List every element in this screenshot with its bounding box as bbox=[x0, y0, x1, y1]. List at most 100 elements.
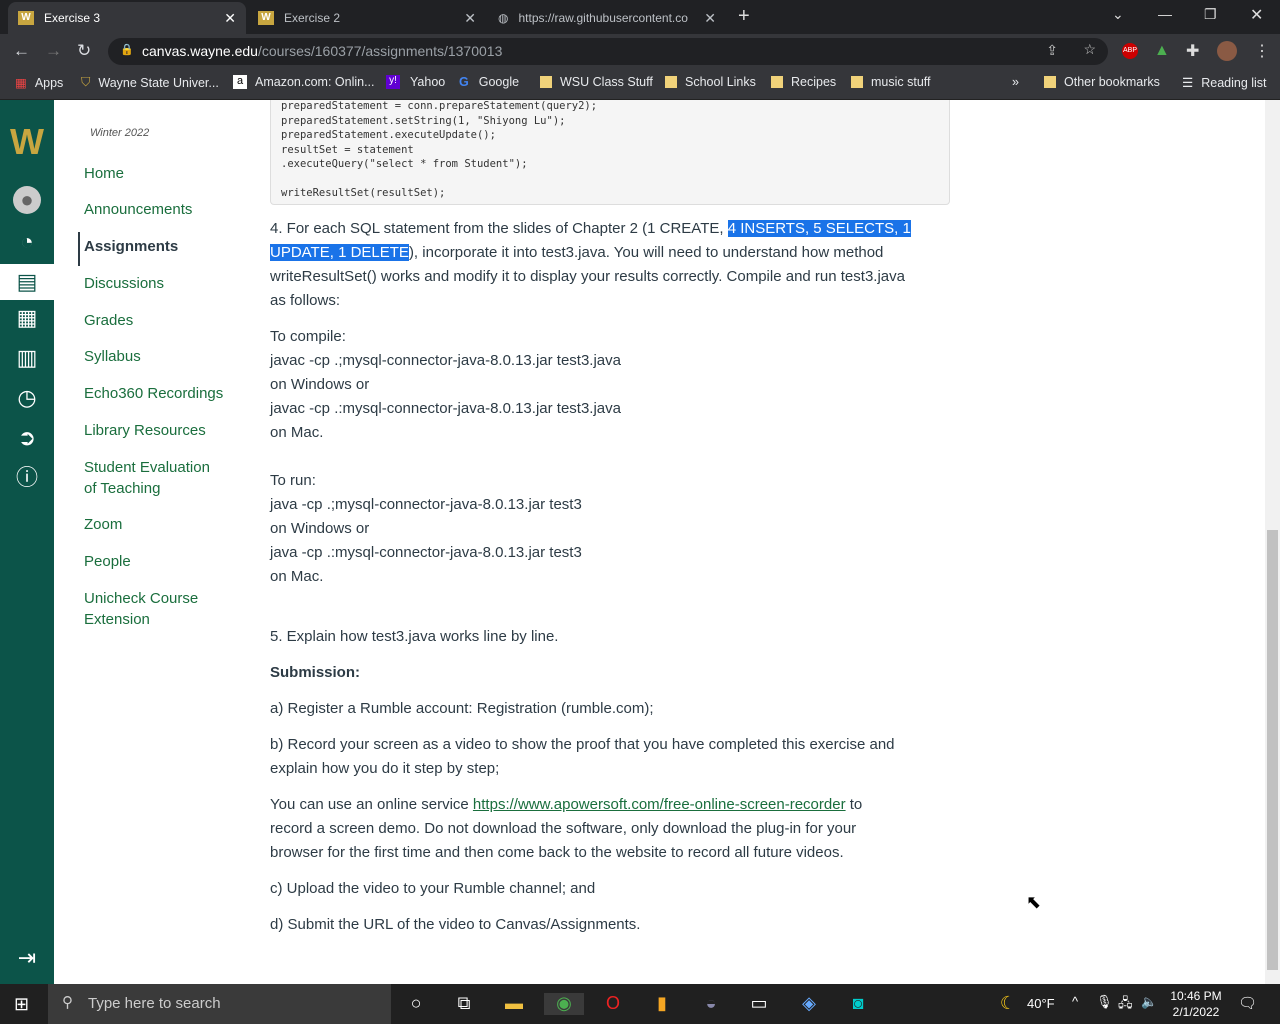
compile-note: on Windows or bbox=[270, 376, 370, 393]
folder-icon bbox=[665, 76, 677, 88]
bookmark-folder[interactable]: music stuff bbox=[851, 75, 931, 89]
network-icon[interactable]: 🖧 bbox=[1118, 994, 1133, 1016]
eclipse-icon[interactable]: ◒ bbox=[700, 993, 722, 1015]
compile-heading: To compile: bbox=[270, 328, 346, 345]
reload-icon[interactable]: ↻ bbox=[77, 41, 91, 61]
bookmark-label: music stuff bbox=[871, 75, 931, 89]
bookmark-amazon[interactable]: a Amazon.com: Onlin... bbox=[233, 75, 375, 89]
close-icon[interactable]: ✕ bbox=[464, 10, 476, 27]
bookmark-folder[interactable]: WSU Class Stuff bbox=[540, 75, 653, 89]
nav-syllabus[interactable]: Syllabus bbox=[84, 346, 244, 367]
minimize-button[interactable]: — bbox=[1158, 6, 1172, 22]
bookmark-label: Wayne State Univer... bbox=[98, 75, 219, 90]
tab-exercise-2[interactable]: W Exercise 2 ✕ bbox=[248, 2, 486, 34]
code-line: .executeQuery("select * from Student"); bbox=[281, 158, 528, 170]
wsu-logo[interactable]: W bbox=[4, 120, 50, 164]
nav-assignments[interactable]: Assignments bbox=[84, 236, 244, 257]
courses-icon[interactable]: ▤ bbox=[0, 264, 54, 300]
wsu-shield-icon: ⛉ bbox=[81, 75, 91, 89]
nav-unicheck[interactable]: Unicheck Course Extension bbox=[84, 588, 214, 630]
scrollbar-thumb[interactable] bbox=[1267, 530, 1278, 970]
run-command: java -cp .:mysql-connector-java-8.0.13.j… bbox=[270, 544, 582, 561]
bookmark-apps[interactable]: ▦ Apps bbox=[15, 75, 63, 91]
bookmark-yahoo[interactable]: y! Yahoo bbox=[386, 75, 445, 89]
address-bar[interactable]: 🔒 canvas.wayne.edu/courses/160377/assignm… bbox=[108, 38, 1108, 65]
back-icon[interactable]: ← bbox=[13, 41, 30, 61]
nav-student-evaluation[interactable]: Student Evaluation of Teaching bbox=[84, 457, 224, 499]
adblock-icon[interactable]: ABP bbox=[1122, 43, 1138, 59]
nav-grades[interactable]: Grades bbox=[84, 310, 244, 331]
service-text: browser for the first time and then come… bbox=[270, 844, 844, 861]
close-icon[interactable]: ✕ bbox=[224, 10, 236, 27]
microphone-icon[interactable]: 🎙 bbox=[1096, 994, 1113, 1010]
more-bookmarks[interactable]: » bbox=[1012, 75, 1019, 89]
wsu-favicon: W bbox=[18, 11, 34, 25]
url-host: canvas.wayne.edu bbox=[142, 43, 258, 59]
apps-grid-icon: ▦ bbox=[15, 76, 27, 90]
restore-button[interactable]: ❐ bbox=[1204, 6, 1217, 23]
bookmark-folder[interactable]: Recipes bbox=[771, 75, 836, 89]
show-hidden-icons[interactable]: ^ bbox=[1072, 994, 1078, 1009]
nav-zoom[interactable]: Zoom bbox=[84, 514, 244, 535]
extensions-icon[interactable]: ✚ bbox=[1186, 41, 1199, 61]
yahoo-icon: y! bbox=[386, 75, 400, 89]
task-view-icon[interactable]: ⧉ bbox=[453, 993, 475, 1015]
share-icon[interactable]: ⇪ bbox=[1046, 42, 1058, 59]
menu-icon[interactable]: ⋮ bbox=[1254, 41, 1270, 61]
help-icon[interactable]: ⓘ bbox=[13, 464, 41, 492]
collapse-nav-icon[interactable]: ⇥ bbox=[13, 944, 41, 972]
dashboard-icon[interactable]: ◔ bbox=[13, 228, 41, 256]
windows-start-icon[interactable]: ⊞ bbox=[14, 994, 29, 1015]
commons-icon[interactable]: ➲ bbox=[13, 424, 41, 452]
bookmark-google[interactable]: G Google bbox=[459, 75, 519, 89]
screen-recorder-link[interactable]: https://www.apowersoft.com/free-online-s… bbox=[473, 796, 846, 813]
bookmark-folder[interactable]: School Links bbox=[665, 75, 756, 89]
mysql-workbench-icon[interactable]: ◈ bbox=[798, 993, 820, 1015]
code-line: writeResultSet(resultSet); bbox=[281, 187, 446, 199]
close-icon[interactable]: ✕ bbox=[704, 10, 716, 27]
service-text: to bbox=[845, 796, 863, 813]
drive-icon[interactable]: ▲ bbox=[1154, 42, 1170, 60]
code-line: resultSet = statement bbox=[281, 143, 414, 156]
clock[interactable]: 10:46 PM 2/1/2022 bbox=[1170, 988, 1222, 1020]
account-avatar[interactable]: ● bbox=[13, 186, 41, 214]
tab-github[interactable]: ◍ https://raw.githubusercontent.co ✕ bbox=[488, 2, 726, 34]
file-explorer-icon[interactable]: ▬ bbox=[503, 993, 525, 1015]
notifications-icon[interactable]: 🗨 bbox=[1238, 994, 1257, 1012]
star-icon[interactable]: ☆ bbox=[1083, 41, 1096, 58]
step4-text: 4. For each SQL statement from the slide… bbox=[270, 220, 728, 237]
tab-exercise-3[interactable]: W Exercise 3 ✕ bbox=[8, 2, 246, 34]
submission-step-d: d) Submit the URL of the video to Canvas… bbox=[270, 916, 641, 933]
inbox-icon[interactable]: ▥ bbox=[13, 344, 41, 372]
other-bookmarks[interactable]: Other bookmarks bbox=[1044, 75, 1160, 89]
volume-icon[interactable]: 🔈 bbox=[1141, 994, 1157, 1010]
date: 2/1/2022 bbox=[1172, 1005, 1220, 1019]
nav-echo360[interactable]: Echo360 Recordings bbox=[84, 383, 244, 404]
new-tab-button[interactable]: + bbox=[738, 5, 750, 28]
tab-search-icon[interactable]: ⌄ bbox=[1112, 6, 1124, 23]
weather-temp[interactable]: 40°F bbox=[1027, 996, 1055, 1011]
nav-home[interactable]: Home bbox=[84, 163, 244, 184]
calendar-icon[interactable]: ▦ bbox=[13, 304, 41, 332]
bookmark-wayne[interactable]: ⛉ Wayne State Univer... bbox=[81, 75, 219, 90]
taskbar-search[interactable]: ⚲ Type here to search bbox=[48, 984, 391, 1024]
nav-library[interactable]: Library Resources bbox=[84, 420, 244, 441]
search-placeholder: Type here to search bbox=[88, 995, 221, 1012]
screen-recorder-icon[interactable]: ◙ bbox=[847, 993, 869, 1015]
notes-icon[interactable]: ▮ bbox=[651, 993, 673, 1015]
cortana-icon[interactable]: ○ bbox=[405, 993, 427, 1015]
terminal-icon[interactable]: ▭ bbox=[748, 993, 770, 1015]
close-window-button[interactable]: ✕ bbox=[1250, 5, 1263, 25]
profile-avatar[interactable] bbox=[1217, 41, 1237, 61]
chrome-icon[interactable]: ◉ bbox=[544, 993, 584, 1015]
history-icon[interactable]: ◷ bbox=[13, 384, 41, 412]
forward-icon[interactable]: → bbox=[45, 41, 62, 61]
reading-list[interactable]: ☰ Reading list bbox=[1182, 75, 1267, 91]
nav-announcements[interactable]: Announcements bbox=[84, 199, 244, 220]
url-path: /courses/160377/assignments/1370013 bbox=[257, 43, 503, 59]
global-navigation: W ● ◔ ▤ ▦ ▥ ◷ ➲ ⓘ ⇥ bbox=[0, 100, 54, 984]
nav-people[interactable]: People bbox=[84, 551, 244, 572]
step4-text: as follows: bbox=[270, 292, 341, 309]
nav-discussions[interactable]: Discussions bbox=[84, 273, 244, 294]
opera-icon[interactable]: O bbox=[602, 993, 624, 1015]
